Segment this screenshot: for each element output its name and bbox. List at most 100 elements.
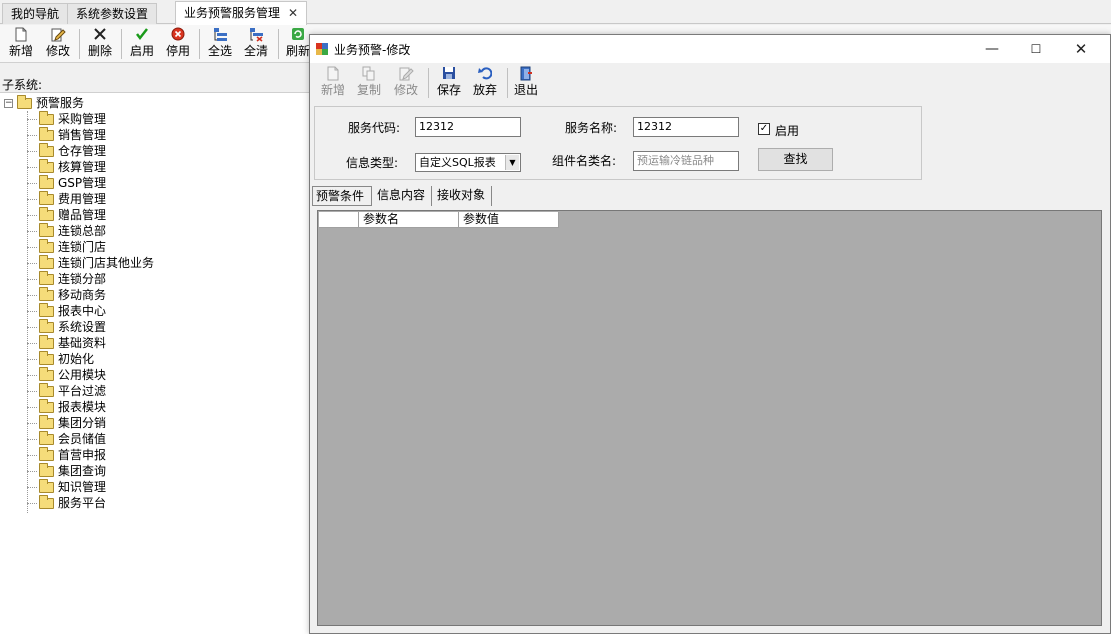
tab-label: 业务预警服务管理 [184, 6, 281, 20]
dlg-new-label: 新增 [320, 83, 345, 97]
folder-icon [39, 367, 54, 381]
dlg-discard-label: 放弃 [472, 83, 497, 97]
folder-icon [39, 351, 54, 365]
document-tab-bar: 我的导航 系统参数设置 业务预警服务管理 ✕ [0, 0, 1111, 25]
tree-item[interactable]: 报表中心 [27, 303, 154, 319]
tree-item[interactable]: GSP管理 [27, 175, 154, 191]
tree-item[interactable]: 公用模块 [27, 367, 154, 383]
edit-icon [41, 27, 75, 45]
stop-icon [161, 27, 195, 45]
grid-col-param-name[interactable]: 参数名 [359, 212, 459, 228]
tree-item[interactable]: 销售管理 [27, 127, 154, 143]
tab-my-navigation[interactable]: 我的导航 [2, 3, 69, 24]
select-all-button[interactable]: 全选 [203, 26, 237, 62]
disable-button[interactable]: 停用 [161, 26, 195, 62]
check-icon [125, 27, 159, 45]
tree-item[interactable]: 初始化 [27, 351, 154, 367]
tree-item[interactable]: 连锁分部 [27, 271, 154, 287]
select-all-icon [203, 27, 237, 45]
folder-icon [39, 175, 54, 189]
parameter-grid[interactable]: 参数名 参数值 [317, 210, 1102, 626]
clear-all-icon [239, 27, 273, 45]
maximize-button[interactable]: ☐ [1013, 35, 1059, 63]
find-button[interactable]: 查找 [758, 148, 833, 171]
tree-item[interactable]: 连锁总部 [27, 223, 154, 239]
service-code-input[interactable]: 12312 [415, 117, 521, 137]
folder-icon [39, 143, 54, 157]
tree-item-label: 知识管理 [58, 480, 107, 494]
tab-system-params[interactable]: 系统参数设置 [67, 3, 158, 24]
select-all-button-label: 全选 [207, 44, 232, 58]
new-button[interactable]: 新增 [4, 26, 38, 62]
tree-item-label: 连锁门店 [58, 240, 107, 254]
delete-button[interactable]: 删除 [83, 26, 117, 62]
dlg-save-button[interactable]: 保存 [432, 65, 466, 101]
tree-item[interactable]: 采购管理 [27, 111, 154, 127]
enabled-checkbox[interactable]: ✓ [758, 123, 770, 135]
service-name-input[interactable]: 12312 [633, 117, 739, 137]
folder-icon [39, 191, 54, 205]
delete-button-label: 删除 [87, 44, 112, 58]
tree-item[interactable]: 首营申报 [27, 447, 154, 463]
tree-item[interactable]: 连锁门店 [27, 239, 154, 255]
folder-open-icon [17, 95, 32, 109]
tab-label: 系统参数设置 [76, 7, 149, 21]
folder-icon [39, 335, 54, 349]
dialog-titlebar[interactable]: 业务预警-修改 — ☐ ✕ [310, 35, 1110, 63]
tree-item[interactable]: 集团查询 [27, 463, 154, 479]
folder-icon [39, 239, 54, 253]
tree-item-label: 服务平台 [58, 496, 107, 510]
tree-item[interactable]: 知识管理 [27, 479, 154, 495]
tree-item[interactable]: 系统设置 [27, 319, 154, 335]
tree-item[interactable]: 会员储值 [27, 431, 154, 447]
tree-item-label: 仓存管理 [58, 144, 107, 158]
tree-item[interactable]: 集团分销 [27, 415, 154, 431]
clear-all-button[interactable]: 全清 [239, 26, 273, 62]
tab-warning-conditions[interactable]: 预警条件 [312, 186, 372, 206]
tree-item[interactable]: 报表模块 [27, 399, 154, 415]
tree-item-label: 系统设置 [58, 320, 107, 334]
close-icon[interactable]: ✕ [288, 6, 298, 20]
tree-item[interactable]: 仓存管理 [27, 143, 154, 159]
info-type-select[interactable]: 自定义SQL报表 ▼ [415, 153, 521, 172]
minimize-button[interactable]: — [969, 35, 1015, 63]
edit-button[interactable]: 修改 [41, 26, 75, 62]
tree-item[interactable]: 基础资料 [27, 335, 154, 351]
tree-item[interactable]: 核算管理 [27, 159, 154, 175]
dlg-new-button[interactable]: 新增 [316, 65, 350, 101]
exit-icon [509, 66, 543, 84]
tree-item[interactable]: 服务平台 [27, 495, 154, 511]
tree-root-node[interactable]: − 预警服务 [4, 95, 84, 111]
tree-item-label: GSP管理 [58, 176, 107, 190]
subsystem-tree: − 预警服务 采购管理 销售管理 仓存管理 核算管理 GSP管理 费用管理 赠品管理 连锁总部连… [0, 92, 309, 634]
dlg-edit-label: 修改 [393, 83, 418, 97]
chevron-down-icon[interactable]: ▼ [505, 155, 519, 170]
tree-item[interactable]: 赠品管理 [27, 207, 154, 223]
tree-item-label: 采购管理 [58, 112, 107, 126]
dlg-copy-button[interactable]: 复制 [352, 65, 386, 101]
tree-item-label: 公用模块 [58, 368, 107, 382]
tab-info-content[interactable]: 信息内容 [374, 186, 432, 206]
component-input[interactable]: 预运输冷链品种 [633, 151, 739, 171]
collapse-icon[interactable]: − [4, 99, 13, 108]
dialog-title: 业务预警-修改 [334, 43, 411, 57]
tree-item-label: 集团查询 [58, 464, 107, 478]
edit-warning-dialog: 业务预警-修改 — ☐ ✕ 新增 复制 修改 保存 放弃 退出 服务代码: 12… [309, 34, 1111, 634]
folder-icon [39, 287, 54, 301]
grid-col-param-value[interactable]: 参数值 [459, 212, 559, 228]
close-button[interactable]: ✕ [1058, 35, 1104, 63]
enable-button[interactable]: 启用 [125, 26, 159, 62]
tree-item[interactable]: 连锁门店其他业务 [27, 255, 154, 271]
dlg-exit-button[interactable]: 退出 [509, 65, 543, 101]
dlg-edit-button[interactable]: 修改 [389, 65, 423, 101]
tree-item[interactable]: 费用管理 [27, 191, 154, 207]
tab-recipients[interactable]: 接收对象 [434, 186, 492, 206]
tab-warning-service[interactable]: 业务预警服务管理 ✕ [175, 1, 308, 25]
new-doc-icon [316, 66, 350, 84]
tree-item-label: 报表模块 [58, 400, 107, 414]
component-label: 组件名类名: [552, 154, 617, 168]
tree-item-label: 初始化 [58, 352, 95, 366]
tree-item[interactable]: 移动商务 [27, 287, 154, 303]
dlg-discard-button[interactable]: 放弃 [468, 65, 502, 101]
tree-item[interactable]: 平台过滤 [27, 383, 154, 399]
